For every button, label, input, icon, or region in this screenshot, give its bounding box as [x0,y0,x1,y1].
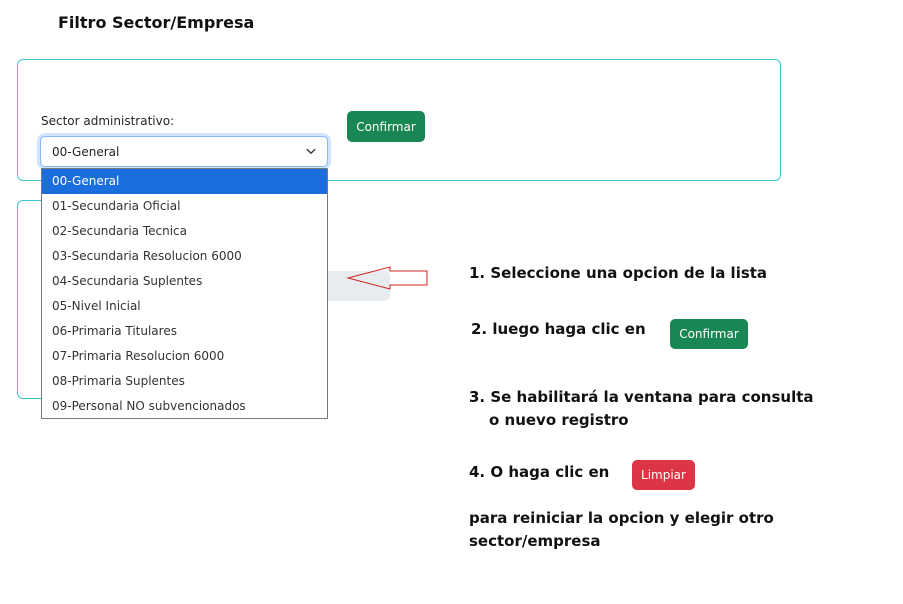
sector-option[interactable]: 08-Primaria Suplentes [42,369,327,394]
sector-option[interactable]: 05-Nivel Inicial [42,294,327,319]
confirm-button-reference: Confirmar [670,319,748,349]
sector-select[interactable]: 00-General [40,136,328,167]
sector-option[interactable]: 09-Personal NO subvencionados [42,394,327,419]
clean-button-reference: Limpiar [632,460,695,490]
sector-option[interactable]: 04-Secundaria Suplentes [42,269,327,294]
sector-option[interactable]: 02-Secundaria Tecnica [42,219,327,244]
instruction-step-2: 2. luego haga clic en [471,320,646,338]
pointer-arrow-icon [346,266,428,290]
sector-option[interactable]: 00-General [42,169,327,194]
sector-option[interactable]: 06-Primaria Titulares [42,319,327,344]
instruction-step-4: 4. O haga clic en [469,463,610,481]
instruction-step-1: 1. Seleccione una opcion de la lista [469,264,768,282]
sector-select-value: 00-General [52,145,120,159]
instruction-step-5-cont: sector/empresa [469,532,601,550]
instruction-step-3-cont: o nuevo registro [489,411,629,429]
sector-dropdown-list: 00-General 01-Secundaria Oficial 02-Secu… [41,168,328,419]
page-title: Filtro Sector/Empresa [58,13,255,32]
sector-label: Sector administrativo: [41,114,175,128]
sector-option[interactable]: 03-Secundaria Resolucion 6000 [42,244,327,269]
sector-option[interactable]: 01-Secundaria Oficial [42,194,327,219]
instruction-step-5: para reiniciar la opcion y elegir otro [469,509,774,527]
confirm-button[interactable]: Confirmar [347,111,425,142]
sector-option[interactable]: 07-Primaria Resolucion 6000 [42,344,327,369]
instruction-step-3: 3. Se habilitará la ventana para consult… [469,388,814,406]
chevron-down-icon [306,148,316,154]
